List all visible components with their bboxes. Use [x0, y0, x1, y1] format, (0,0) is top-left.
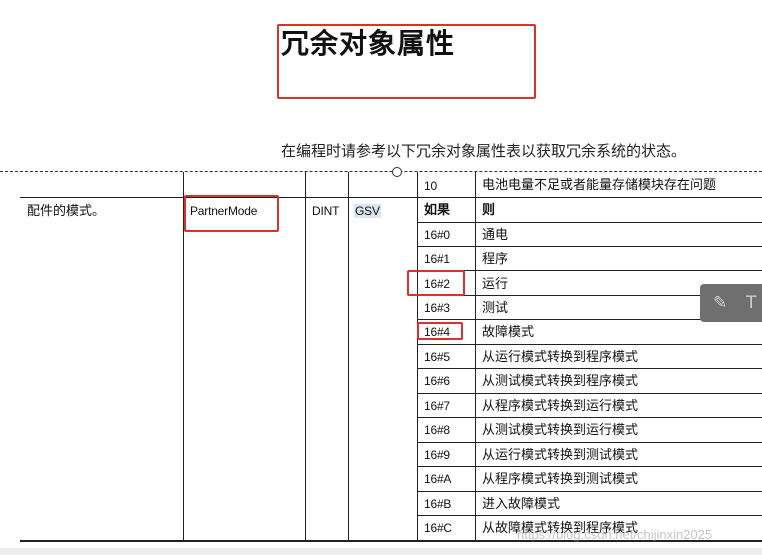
bottom-bar — [0, 548, 762, 555]
attribute-description: 配件的模式。 — [27, 204, 106, 219]
code-cell: 16#9 — [424, 448, 450, 462]
meaning-cell: 从测试模式转换到程序模式 — [482, 374, 639, 389]
code-cell: 16#1 — [424, 252, 450, 266]
dashed-divider — [0, 171, 762, 172]
pen-icon[interactable]: ✎ — [713, 293, 727, 313]
attribute-access: GSV — [354, 203, 381, 219]
meaning-cell: 从测试模式转换到运行模式 — [482, 423, 639, 438]
meaning-cell: 通电 — [482, 228, 509, 243]
column-header-if: 如果 — [424, 203, 451, 218]
meaning-cell: 进入故障模式 — [482, 497, 561, 512]
annotation-box-code-4 — [417, 322, 463, 340]
annotation-box-title — [277, 24, 536, 99]
code-cell: 16#7 — [424, 399, 450, 413]
code-cell: 16#5 — [424, 350, 450, 364]
divider-handle — [392, 167, 402, 177]
attribute-access-value: GSV — [354, 204, 381, 218]
floating-toolbar[interactable]: ✎ T — [700, 284, 762, 322]
meaning-cell: 测试 — [482, 301, 509, 316]
meaning-cell: 故障模式 — [482, 325, 535, 340]
meaning-cell: 从运行模式转换到测试模式 — [482, 448, 639, 463]
annotation-box-code-2 — [407, 270, 465, 296]
code-cell: 16#8 — [424, 423, 450, 437]
code-cell: 16#0 — [424, 228, 450, 242]
meaning-cell: 电池电量不足或者能量存储模块存在问题 — [482, 178, 717, 193]
text-icon[interactable]: T — [746, 293, 756, 313]
watermark: https://blog.csdn.net/chijinxin2025 — [517, 527, 713, 542]
column-header-then: 则 — [482, 203, 496, 218]
attribute-data-type: DINT — [312, 204, 340, 218]
code-cell: 10 — [424, 179, 437, 193]
meaning-cell: 运行 — [482, 277, 509, 292]
code-cell: 16#6 — [424, 374, 450, 388]
code-cell: 16#A — [424, 472, 452, 486]
code-cell: 16#B — [424, 497, 452, 511]
meaning-cell: 从程序模式转换到测试模式 — [482, 472, 639, 487]
code-cell: 16#C — [424, 521, 452, 535]
meaning-cell: 从程序模式转换到运行模式 — [482, 399, 639, 414]
meaning-cell: 从运行模式转换到程序模式 — [482, 350, 639, 365]
code-cell: 16#3 — [424, 301, 450, 315]
intro-text: 在编程时请参考以下冗余对象属性表以获取冗余系统的状态。 — [281, 142, 687, 160]
meaning-cell: 程序 — [482, 252, 509, 267]
annotation-box-attribute-name — [184, 195, 279, 232]
